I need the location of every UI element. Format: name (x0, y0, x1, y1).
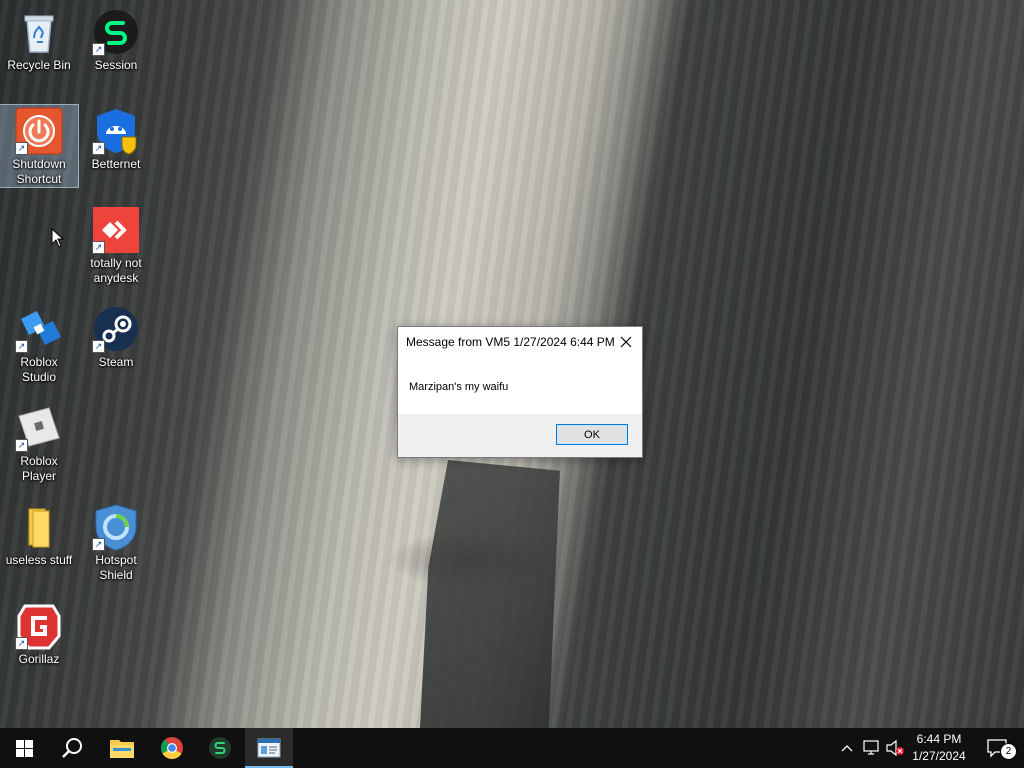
desktop-icon-shutdown-shortcut[interactable]: ↗ Shutdown Shortcut (0, 104, 79, 188)
taskbar: 6:44 PM 1/27/2024 2 (0, 728, 1024, 768)
dialog-title: Message from VM5 1/27/2024 6:44 PM (406, 335, 615, 349)
desktop-icon-hotspot-shield[interactable]: ↗ Hotspot Shield (77, 501, 155, 585)
shortcut-arrow-icon: ↗ (92, 538, 105, 551)
show-hidden-icons-button[interactable] (838, 728, 856, 768)
desktop-icon-useless-stuff[interactable]: useless stuff (0, 501, 78, 570)
network-icon (863, 740, 879, 755)
desktop-icon-roblox-studio[interactable]: ↗ Roblox Studio (0, 303, 78, 387)
action-center-button[interactable]: 2 (978, 728, 1018, 768)
power-icon: ↗ (15, 107, 63, 155)
file-explorer-icon (110, 740, 134, 758)
desktop-icon-totally-not-anydesk[interactable]: ↗ totally not anydesk (77, 204, 155, 288)
desktop-icon-label: Hotspot Shield (95, 553, 137, 582)
gorillaz-icon: ↗ (15, 602, 63, 650)
shortcut-arrow-icon: ↗ (15, 340, 28, 353)
taskbar-clock[interactable]: 6:44 PM 1/27/2024 (906, 731, 972, 765)
desktop-icon-roblox-player[interactable]: ↗ Roblox Player (0, 402, 78, 486)
mouse-pointer-icon (51, 228, 65, 248)
shortcut-arrow-icon: ↗ (15, 439, 28, 452)
clock-date: 1/27/2024 (912, 749, 966, 763)
start-button[interactable] (0, 728, 48, 768)
taskbar-file-explorer[interactable] (98, 728, 146, 768)
windows-logo-icon (15, 739, 33, 757)
notification-count-badge: 2 (1000, 743, 1017, 760)
close-icon (620, 336, 632, 348)
message-dialog: Message from VM5 1/27/2024 6:44 PM Marzi… (397, 326, 643, 458)
search-button[interactable] (48, 728, 96, 768)
anydesk-icon: ↗ (92, 206, 140, 254)
chevron-up-icon (841, 745, 853, 752)
desktop-icon-steam[interactable]: ↗ Steam (77, 303, 155, 372)
shortcut-arrow-icon: ↗ (15, 637, 28, 650)
taskbar-chrome[interactable] (148, 728, 196, 768)
shortcut-arrow-icon: ↗ (92, 340, 105, 353)
taskbar-message-window[interactable] (245, 728, 293, 768)
roblox-studio-icon: ↗ (15, 305, 63, 353)
ok-button[interactable]: OK (556, 424, 628, 445)
desktop-icon-label: useless stuff (5, 553, 73, 567)
folder-icon (15, 503, 63, 551)
desktop-icon-label: Shutdown Shortcut (12, 157, 66, 186)
desktop-icon-label: Roblox Studio (20, 355, 58, 384)
desktop-icon-gorillaz[interactable]: ↗ Gorillaz (0, 600, 78, 669)
desktop-icon-betternet[interactable]: ↗ Betternet (77, 105, 155, 174)
network-status[interactable] (860, 728, 882, 768)
shortcut-arrow-icon: ↗ (92, 142, 105, 155)
volume-control[interactable] (884, 728, 906, 768)
shortcut-arrow-icon: ↗ (92, 43, 105, 56)
desktop-icon-label: Gorillaz (18, 652, 60, 666)
roblox-player-icon: ↗ (15, 404, 63, 452)
search-icon (62, 738, 82, 758)
desktop-icon-label: Steam (98, 355, 134, 369)
message-window-icon (257, 738, 281, 758)
desktop-icon-label: Roblox Player (20, 454, 58, 483)
speaker-muted-icon (886, 740, 904, 756)
desktop-icon-session[interactable]: ↗ Session (77, 6, 155, 75)
desktop-icon-label: Recycle Bin (7, 58, 71, 72)
desktop-icon-label: Session (94, 58, 138, 72)
clock-time: 6:44 PM (916, 732, 962, 746)
dialog-close-button[interactable] (616, 332, 636, 352)
desktop-icon-label: Betternet (91, 157, 141, 171)
recycle-bin-icon (15, 8, 63, 56)
shortcut-arrow-icon: ↗ (15, 142, 28, 155)
desktop-icon-label: totally not anydesk (90, 256, 142, 285)
shortcut-arrow-icon: ↗ (92, 241, 105, 254)
dialog-message: Marzipan's my waifu (409, 381, 509, 393)
taskbar-session[interactable] (196, 728, 244, 768)
desktop-icon-recycle-bin[interactable]: Recycle Bin (0, 6, 78, 75)
session-app-icon (209, 737, 231, 759)
session-app-icon: ↗ (92, 8, 140, 56)
betternet-shield-icon: ↗ (92, 107, 140, 155)
dialog-footer: OK (398, 414, 642, 457)
chrome-icon (160, 737, 183, 759)
steam-icon: ↗ (92, 305, 140, 353)
hotspot-shield-icon: ↗ (92, 503, 140, 551)
